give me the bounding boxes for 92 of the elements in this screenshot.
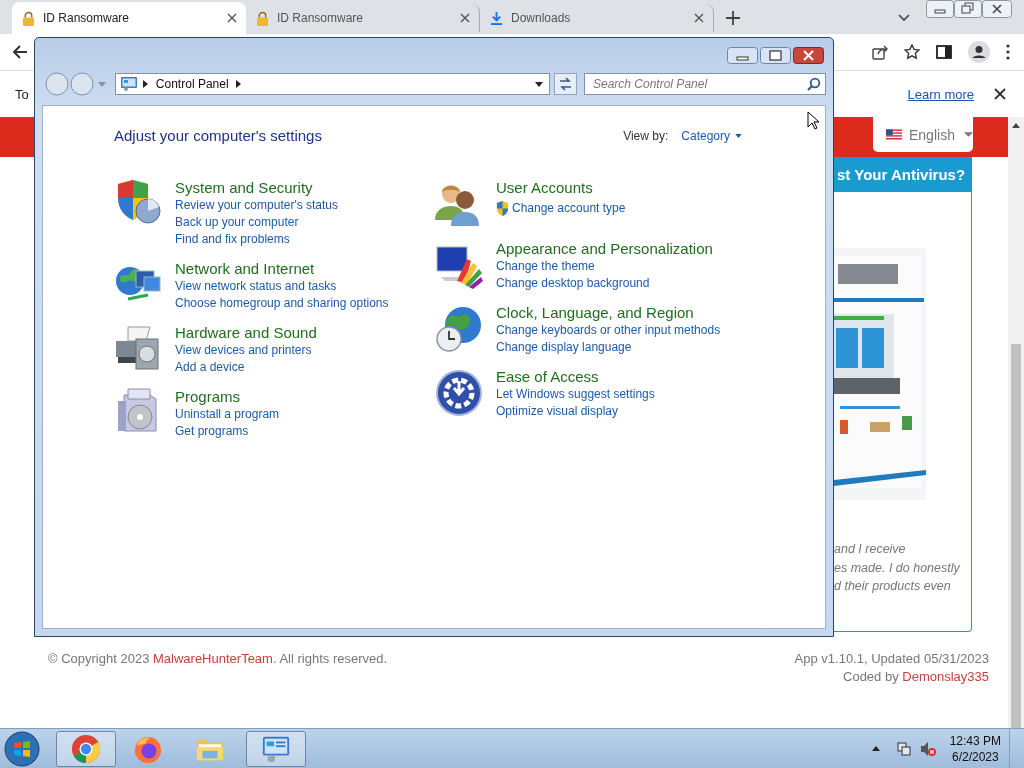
infobar-text: To bbox=[15, 86, 29, 102]
learn-more-link[interactable]: Learn more bbox=[907, 86, 974, 102]
view-by-dropdown[interactable]: Category bbox=[681, 128, 742, 143]
category-link[interactable]: Ease of Access bbox=[496, 367, 655, 386]
taskbar-button[interactable] bbox=[246, 730, 306, 767]
task-link[interactable]: Uninstall a program bbox=[175, 406, 280, 423]
testimonial-text: d their products even bbox=[834, 578, 952, 595]
category-link[interactable]: System and Security bbox=[175, 178, 339, 197]
close-icon[interactable] bbox=[982, 0, 1012, 18]
card-title: st Your Antivirus? bbox=[834, 157, 971, 192]
caret-icon bbox=[735, 133, 742, 138]
caret-icon bbox=[963, 132, 973, 137]
minimize-icon[interactable] bbox=[727, 47, 758, 64]
tab-search-icon[interactable] bbox=[898, 14, 910, 22]
clock-time: 12:43 PM bbox=[949, 732, 1001, 749]
chevron-icon bbox=[142, 80, 148, 88]
task-link[interactable]: Let Windows suggest settings bbox=[496, 386, 655, 403]
task-link[interactable]: Change desktop background bbox=[496, 275, 713, 292]
close-icon[interactable] bbox=[994, 88, 1006, 100]
task-link[interactable]: View devices and printers bbox=[175, 342, 317, 359]
uac-shield-icon bbox=[496, 201, 509, 216]
task-link[interactable]: Back up your computer bbox=[175, 214, 339, 231]
lock-icon bbox=[22, 10, 35, 26]
category-link[interactable]: User Accounts bbox=[496, 178, 626, 197]
chevron-icon bbox=[235, 80, 241, 88]
close-icon[interactable] bbox=[793, 47, 824, 64]
task-link[interactable]: Choose homegroup and sharing options bbox=[175, 295, 389, 312]
task-link[interactable]: View network status and tasks bbox=[175, 278, 389, 295]
browser-tab[interactable]: ID Ransomware bbox=[12, 2, 246, 34]
lock-icon bbox=[256, 10, 269, 26]
cursor-icon bbox=[807, 111, 819, 130]
close-icon[interactable] bbox=[694, 13, 704, 23]
clock[interactable]: 12:43 PM 6/2/2023 bbox=[949, 732, 1001, 765]
network-icon[interactable] bbox=[895, 740, 912, 757]
restore-icon[interactable] bbox=[954, 0, 982, 18]
control-panel-icon bbox=[120, 77, 137, 91]
coded-by-text: Coded by Demonslay335 bbox=[843, 669, 989, 684]
taskbar-button[interactable] bbox=[56, 730, 116, 767]
scroll-up-icon[interactable] bbox=[1012, 123, 1020, 128]
page-heading: Adjust your computer's settings bbox=[114, 127, 322, 144]
close-icon[interactable] bbox=[460, 13, 470, 23]
category-link[interactable]: Clock, Language, and Region bbox=[496, 303, 721, 322]
search-field[interactable]: Search Control Panel bbox=[584, 73, 826, 95]
new-tab-icon[interactable] bbox=[726, 11, 740, 25]
globe-clock-icon[interactable] bbox=[435, 305, 483, 353]
task-link[interactable]: Change the theme bbox=[496, 258, 713, 275]
copyright-text: © Copyright 2023 MalwareHunterTeam. All rights reserved. bbox=[48, 651, 388, 668]
version-text: App v1.10.1, Updated 05/31/2023 bbox=[794, 651, 989, 666]
testimonial-text: es made. I do honestly bbox=[834, 559, 961, 577]
scrollbar[interactable] bbox=[1008, 117, 1024, 728]
menu-icon[interactable] bbox=[1006, 44, 1010, 60]
task-link[interactable]: Change display language bbox=[496, 339, 721, 356]
browser-tab[interactable]: ID Ransomware bbox=[246, 4, 480, 32]
task-link[interactable]: Get programs bbox=[175, 423, 280, 440]
download-icon bbox=[490, 10, 503, 26]
ease-of-access-icon[interactable] bbox=[435, 369, 483, 417]
clock-date: 6/2/2023 bbox=[951, 748, 999, 765]
profile-icon[interactable] bbox=[968, 41, 990, 63]
task-link[interactable]: Change keyboards or other input methods bbox=[496, 322, 721, 339]
printer-speaker-icon[interactable] bbox=[114, 323, 162, 371]
category-link[interactable]: Hardware and Sound bbox=[175, 323, 317, 342]
author-link[interactable]: Demonslay335 bbox=[902, 669, 989, 684]
task-link[interactable]: Change account type bbox=[496, 200, 626, 217]
category-link[interactable]: Programs bbox=[175, 387, 280, 406]
scroll-thumb[interactable] bbox=[1011, 344, 1021, 728]
share-icon[interactable] bbox=[872, 44, 888, 60]
search-icon bbox=[807, 77, 821, 91]
testimonial-text: and I receive bbox=[834, 541, 907, 558]
show-hidden-icons-icon[interactable] bbox=[871, 746, 880, 751]
task-link[interactable]: Optimize visual display bbox=[496, 403, 655, 420]
star-icon[interactable] bbox=[904, 44, 920, 60]
category-link[interactable]: Appearance and Personalization bbox=[496, 239, 713, 258]
language-dropdown[interactable]: English bbox=[873, 117, 973, 152]
address-bar[interactable]: Control Panel bbox=[114, 73, 551, 95]
caret-icon bbox=[535, 81, 544, 87]
chrome-icon bbox=[71, 733, 101, 764]
refresh-icon[interactable] bbox=[554, 73, 577, 95]
muted-speaker-icon[interactable] bbox=[919, 740, 936, 757]
task-link[interactable]: Add a device bbox=[175, 359, 317, 376]
browser-tab[interactable]: Downloads bbox=[480, 4, 714, 32]
minimize-icon[interactable] bbox=[926, 0, 954, 18]
task-link[interactable]: Find and fix problems bbox=[175, 231, 339, 248]
back-arrow-icon[interactable] bbox=[12, 44, 28, 60]
task-link[interactable]: Review your computer's status bbox=[175, 197, 339, 214]
start-button[interactable] bbox=[4, 730, 40, 767]
flag-icon bbox=[886, 129, 902, 140]
view-by-label: View by: bbox=[623, 128, 669, 143]
category-link[interactable]: Network and Internet bbox=[175, 259, 389, 278]
close-icon[interactable] bbox=[227, 13, 237, 23]
team-link[interactable]: MalwareHunterTeam bbox=[153, 651, 273, 666]
maximize-icon[interactable] bbox=[760, 47, 791, 64]
side-panel-icon[interactable] bbox=[936, 44, 952, 60]
